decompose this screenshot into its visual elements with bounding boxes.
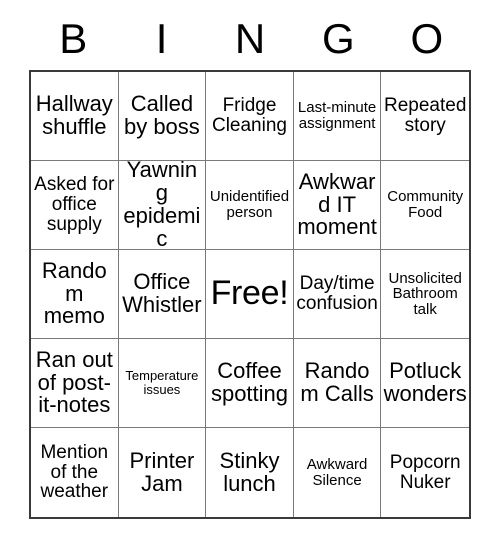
bingo-card: B I N G O Hallway shuffle Called by boss Fridg… [29, 8, 471, 519]
bingo-cell-label: Stinky lunch [219, 447, 280, 496]
bingo-cell-r2c5[interactable]: Community Food [381, 161, 469, 250]
bingo-cell-r3c2[interactable]: Office Whistler [118, 250, 207, 339]
bingo-cell-r2c2[interactable]: Yawning epidemic [118, 161, 207, 250]
bingo-cell-label: Potluck wonders [383, 358, 467, 406]
bingo-cell-r1c5[interactable]: Repeated story [381, 72, 469, 161]
bingo-cell-r3c1[interactable]: Random memo [31, 250, 119, 339]
bingo-cell-r1c2[interactable]: Called by boss [118, 72, 207, 161]
bingo-cell-r4c3[interactable]: Coffee spotting [206, 339, 294, 428]
bingo-cell-r4c2[interactable]: Temperature issues [118, 339, 207, 428]
bingo-cell-label: Last-minute assignment [297, 99, 377, 132]
bingo-cell-r5c5[interactable]: Popcorn Nuker [381, 428, 469, 517]
bingo-cell-r2c4[interactable]: Awkward IT moment [293, 161, 382, 250]
bingo-cell-label: Coffee spotting [210, 358, 289, 406]
bingo-free-cell[interactable]: Free! [206, 250, 294, 339]
bingo-cell-label: Hallway shuffle [35, 91, 113, 139]
bingo-cell-r5c3[interactable]: Stinky lunch [206, 428, 294, 517]
bingo-cell-label: Awkward IT moment [297, 168, 377, 240]
bingo-cell-label: Popcorn Nuker [389, 451, 461, 493]
bingo-cell-r2c3[interactable]: Unidentified person [206, 161, 294, 250]
bingo-cell-label: Temperature issues [125, 368, 199, 397]
bingo-cell-label: Ran out of post-it-notes [35, 346, 113, 418]
bingo-cell-r5c1[interactable]: Mention of the weather [31, 428, 119, 517]
bingo-cell-label: Mention of the weather [40, 441, 109, 503]
bingo-cell-label: Day/time confusion [296, 273, 378, 314]
bingo-grid: Hallway shuffle Called by boss Fridge Clea… [29, 70, 471, 519]
bingo-cell-r1c3[interactable]: Fridge Cleaning [206, 72, 294, 161]
bingo-header-letter-g: G [322, 15, 355, 62]
bingo-cell-r4c5[interactable]: Potluck wonders [381, 339, 469, 428]
bingo-cell-r5c2[interactable]: Printer Jam [118, 428, 207, 517]
bingo-cell-r2c1[interactable]: Asked for office supply [31, 161, 119, 250]
bingo-cell-label: Yawning epidemic [123, 161, 201, 250]
bingo-cell-r3c5[interactable]: Unsolicited Bathroom talk [381, 250, 469, 339]
bingo-cell-r1c1[interactable]: Hallway shuffle [31, 72, 119, 161]
bingo-header-letter-o: O [410, 15, 444, 62]
bingo-header-row: BINGO [29, 8, 471, 70]
bingo-cell-r1c4[interactable]: Last-minute assignment [293, 72, 382, 161]
bingo-cell-label: Free! [210, 274, 289, 313]
bingo-cell-label: Office Whistler [122, 269, 202, 317]
bingo-cell-label: Fridge Cleaning [211, 95, 287, 136]
bingo-cell-label: Community Food [387, 188, 464, 221]
bingo-cell-label: Printer Jam [129, 447, 195, 496]
bingo-cell-label: Repeated story [383, 95, 467, 136]
bingo-cell-label: Random memo [41, 257, 107, 329]
bingo-cell-r5c4[interactable]: Awkward Silence [293, 428, 382, 517]
bingo-header-letter-n: N [234, 15, 266, 62]
bingo-cell-r4c4[interactable]: Random Calls [293, 339, 382, 428]
bingo-cell-label: Unsolicited Bathroom talk [388, 269, 462, 318]
bingo-cell-label: Unidentified person [209, 188, 290, 221]
bingo-cell-label: Called by boss [123, 91, 200, 139]
bingo-header-letter-b: B [59, 15, 88, 62]
bingo-cell-label: Awkward Silence [306, 455, 368, 489]
bingo-header-letter-i: I [155, 15, 168, 62]
bingo-cell-label: Asked for office supply [34, 174, 115, 235]
bingo-cell-label: Random Calls [300, 358, 374, 406]
bingo-cell-r3c4[interactable]: Day/time confusion [293, 250, 382, 339]
bingo-cell-r4c1[interactable]: Ran out of post-it-notes [31, 339, 119, 428]
